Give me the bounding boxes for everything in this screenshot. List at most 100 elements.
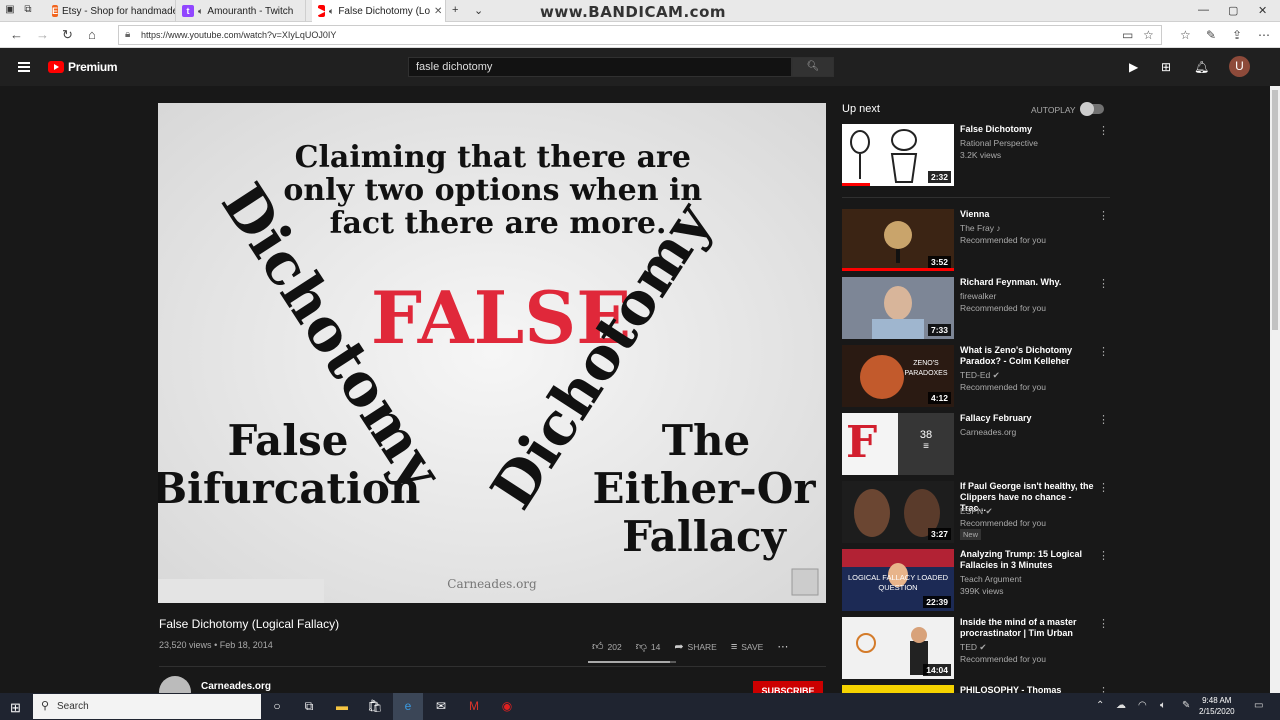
notifications-bell-icon[interactable]: 🔔︎	[1194, 60, 1209, 74]
like-button[interactable]: 👍︎ 202	[592, 640, 622, 653]
tab-preview-icon[interactable]: ▣	[4, 4, 16, 16]
edge-icon[interactable]: e	[393, 693, 423, 720]
favorite-star-icon[interactable]: ☆	[1143, 28, 1154, 42]
tab-etsy[interactable]: E Etsy - Shop for handmade, v	[46, 0, 176, 22]
video-thumbnail[interactable]: LOGICAL FALLACY LOADED QUESTION 22:39	[842, 549, 954, 611]
create-video-icon[interactable]: ▶	[1129, 60, 1138, 74]
rec-info: Recommended for you	[960, 382, 1046, 392]
reading-view-icon[interactable]: ▭	[1122, 28, 1133, 42]
pen-icon[interactable]: ✎	[1182, 700, 1190, 711]
video-thumbnail[interactable]: 3:52	[842, 209, 954, 271]
menu-icon[interactable]	[18, 62, 30, 72]
more-vert-icon[interactable]: ⋮	[1098, 345, 1109, 358]
video-thumbnail[interactable]: 2:32	[842, 124, 954, 186]
video-thumbnail[interactable]: ZENO'S PARADOXES 4:12	[842, 345, 954, 407]
duration: 3:52	[927, 256, 951, 268]
taskbar-search-box[interactable]: ⚲ Search	[33, 694, 261, 719]
share-icon[interactable]: ⇪	[1232, 28, 1242, 42]
tab-youtube-active[interactable]: ▶ 🔈︎ False Dichotomy (Lo ✕	[312, 0, 446, 22]
like-ratio-bar	[588, 661, 676, 663]
forward-icon[interactable]: →	[36, 27, 49, 42]
maximize-icon[interactable]: ▢	[1228, 4, 1238, 17]
cortana-icon[interactable]: ○	[262, 693, 292, 720]
taskbar-clock[interactable]: 9:48 AM 2/15/2020	[1199, 695, 1235, 717]
avatar[interactable]: U	[1229, 56, 1250, 77]
more-vert-icon[interactable]: ⋮	[1098, 617, 1109, 630]
search-button[interactable]: 🔍︎	[792, 57, 834, 77]
video-thumbnail[interactable]: 3:27	[842, 481, 954, 543]
more-vert-icon[interactable]: ⋮	[1098, 549, 1109, 562]
watch-progress	[842, 268, 954, 271]
recommended-video[interactable]: 7:33 Richard Feynman. Why. firewalker Re…	[842, 277, 1110, 339]
recommended-video[interactable]: 2:32 False Dichotomy Rational Perspectiv…	[842, 124, 1110, 186]
volume-icon[interactable]: 🔈︎	[1160, 700, 1166, 711]
video-thumbnail[interactable]: F 38 ≡	[842, 413, 954, 475]
new-badge: New	[960, 529, 982, 540]
page-scrollbar[interactable]	[1270, 86, 1280, 693]
speaker-icon: 🔈︎	[328, 5, 335, 16]
home-icon[interactable]: ⌂	[88, 27, 96, 42]
share-button[interactable]: ➦ SHARE	[674, 640, 717, 653]
rec-channel: Teach Argument	[960, 574, 1022, 584]
more-vert-icon[interactable]: ⋮	[1098, 124, 1109, 137]
wifi-icon[interactable]: ◠	[1138, 700, 1147, 711]
more-actions-icon[interactable]: ⋯	[777, 640, 788, 653]
share-label: SHARE	[687, 641, 717, 652]
thumbs-up-icon: 👍︎	[592, 641, 604, 653]
more-icon[interactable]: ⋯	[1258, 28, 1270, 42]
save-label: SAVE	[741, 641, 764, 652]
onedrive-icon[interactable]: ☁	[1116, 700, 1126, 711]
recommended-video[interactable]: LOGICAL FALLACY LOADED QUESTION 22:39 An…	[842, 549, 1110, 611]
recommended-video[interactable]: 3:27 If Paul George isn't healthy, the C…	[842, 481, 1110, 543]
windows-start-icon[interactable]: ⊞	[10, 700, 21, 716]
rec-channel: TED-Ed ✔	[960, 370, 1000, 380]
tab-list-chevron-icon[interactable]: ⌄	[474, 4, 483, 17]
back-icon[interactable]: ←	[10, 27, 23, 42]
channel-name[interactable]: Carneades.org	[201, 681, 271, 692]
more-vert-icon[interactable]: ⋮	[1098, 481, 1109, 494]
recommended-video[interactable]: 14:04 Inside the mind of a master procra…	[842, 617, 1110, 679]
refresh-icon[interactable]: ↻	[62, 27, 73, 43]
definition-line-2: only two options when in	[283, 173, 702, 208]
tray-chevron-icon[interactable]: ⌃	[1096, 700, 1104, 711]
window-close-icon[interactable]: ✕	[1258, 4, 1267, 17]
recommended-video[interactable]: 3:52 Vienna The Fray ♪ Recommended for y…	[842, 209, 1110, 271]
recommended-video[interactable]: ZENO'S PARADOXES 4:12 What is Zeno's Dich…	[842, 345, 1110, 407]
autoplay-toggle[interactable]	[1080, 102, 1104, 116]
recommended-playlist[interactable]: F 38 ≡ Fallacy February Carneades.org ⋮	[842, 413, 1110, 475]
file-explorer-icon[interactable]: ▬	[327, 693, 357, 720]
url-input[interactable]: 🔒︎ https://www.youtube.com/watch?v=XIyLq…	[118, 25, 1162, 45]
youtube-logo[interactable]: Premium	[48, 60, 118, 74]
mail-icon[interactable]: ✉	[426, 693, 456, 720]
recommended-video[interactable]: PHILOSOPHY - Thomas ⋮	[842, 685, 1110, 693]
tab-twitch[interactable]: t 🔈︎ Amouranth - Twitch	[176, 0, 306, 22]
up-next-heading: Up next	[842, 103, 880, 115]
web-note-icon[interactable]: ✎	[1206, 28, 1216, 42]
set-aside-tabs-icon[interactable]: ⧉	[22, 4, 34, 16]
alt-bifurcation: Bifurcation	[158, 464, 420, 513]
scrollbar-thumb[interactable]	[1272, 90, 1278, 330]
action-center-icon[interactable]: ▭	[1254, 700, 1263, 711]
store-icon[interactable]: 🛍︎	[360, 693, 390, 720]
more-vert-icon[interactable]: ⋮	[1098, 685, 1109, 693]
video-thumbnail[interactable]	[842, 685, 954, 693]
video-thumbnail[interactable]: 14:04	[842, 617, 954, 679]
more-vert-icon[interactable]: ⋮	[1098, 209, 1109, 222]
dislike-button[interactable]: 👎︎ 14	[636, 640, 661, 653]
more-vert-icon[interactable]: ⋮	[1098, 413, 1109, 426]
rec-channel: firewalker	[960, 291, 997, 301]
minimize-icon[interactable]: —	[1198, 4, 1209, 16]
task-view-icon[interactable]: ⧉	[294, 693, 324, 720]
video-thumbnail[interactable]: 7:33	[842, 277, 954, 339]
search-input[interactable]: fasle dichotomy	[408, 57, 792, 77]
save-button[interactable]: ≡ SAVE	[731, 641, 763, 653]
mcafee-icon[interactable]: M	[459, 693, 489, 720]
more-vert-icon[interactable]: ⋮	[1098, 277, 1109, 290]
close-tab-icon[interactable]: ✕	[434, 6, 442, 17]
bandicam-record-icon[interactable]: ◉	[492, 693, 522, 720]
favorites-hub-icon[interactable]: ☆	[1180, 28, 1191, 42]
playlist-icon: ≡	[923, 441, 929, 452]
new-tab-icon[interactable]: +	[452, 4, 458, 16]
video-player[interactable]: Claiming that there are only two options…	[158, 103, 826, 603]
apps-grid-icon[interactable]: ⊞	[1161, 60, 1171, 74]
